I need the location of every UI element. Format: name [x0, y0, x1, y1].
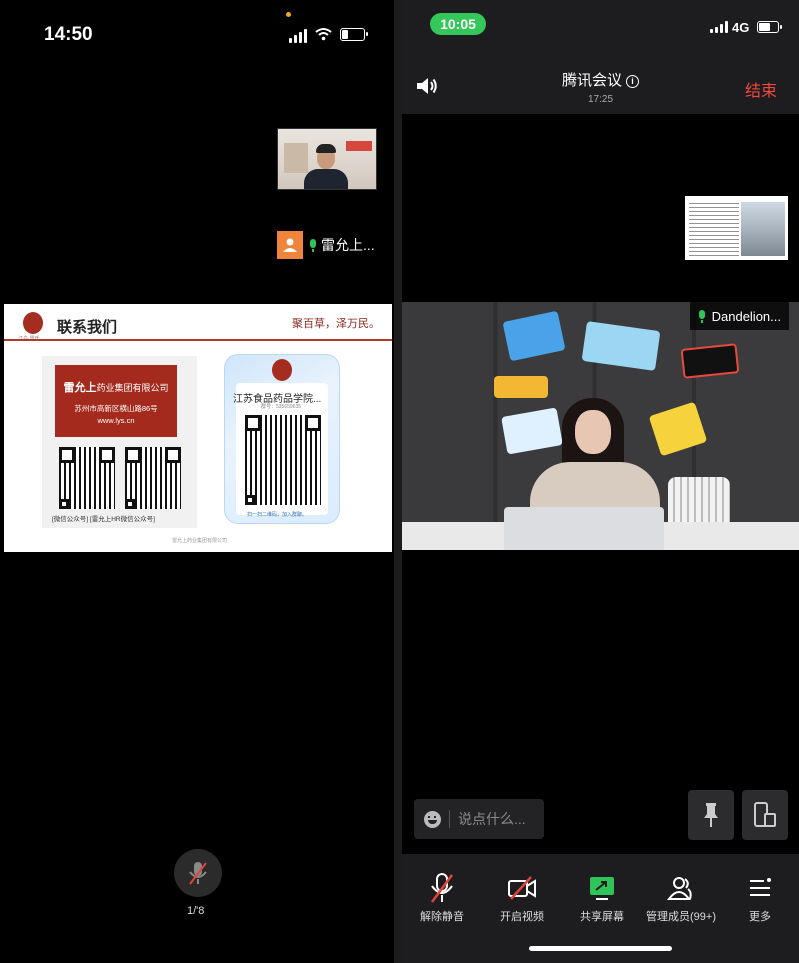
unmute-button[interactable]: 解除静音 [402, 870, 482, 924]
mute-toggle-button[interactable] [174, 849, 222, 897]
participant-name-tag: 雷允上... [277, 231, 377, 259]
qr-code-hr [125, 447, 181, 509]
mic-counter: 1/'8 [187, 905, 205, 917]
toolbar-label: 解除静音 [420, 911, 464, 923]
meeting-title-row[interactable]: 腾讯会议 i [402, 69, 799, 90]
qr-captions: [微信公众号] [雷允上HR微信公众号] [52, 516, 155, 523]
company-banner: 雷允上药业集团有限公司 苏州市高新区横山路86号 www.lys.cn [55, 365, 177, 437]
status-time: 10:05 [430, 13, 486, 35]
qr-code-wechat [59, 447, 115, 509]
qr-code-group [245, 415, 321, 505]
mic-on-icon [309, 238, 317, 252]
meeting-header: 腾讯会议 i 17:25 结束 [402, 50, 799, 114]
members-icon [667, 877, 692, 900]
laptop [504, 507, 664, 550]
speaker-video[interactable]: Dandelion... [402, 302, 799, 550]
avatar [277, 231, 303, 259]
mic-muted-icon [189, 862, 207, 885]
toolbar-label: 管理成员(99+) [646, 911, 716, 923]
camera-off-icon [508, 876, 536, 900]
end-meeting-button[interactable]: 结束 [745, 77, 777, 101]
slide-motto: 聚百草，泽万民。 [292, 317, 380, 330]
info-icon[interactable]: i [626, 75, 639, 88]
company-contact-card: 雷允上药业集团有限公司 苏州市高新区横山路86号 www.lys.cn [微信公… [42, 356, 197, 528]
start-video-button[interactable]: 开启视频 [482, 870, 562, 924]
wifi-icon [315, 28, 332, 41]
slide-title: 联系我们 [57, 318, 118, 336]
chat-placeholder: 说点什么... [458, 811, 526, 827]
home-indicator[interactable] [529, 946, 672, 951]
mic-muted-icon [430, 873, 454, 903]
participant-name: 雷允上... [321, 237, 375, 253]
toolbar-label: 共享屏幕 [580, 911, 624, 923]
toolbar-label: 更多 [749, 911, 771, 923]
speaker-name: Dandelion... [711, 308, 781, 324]
network-type: 4G [732, 20, 750, 35]
shared-content-thumbnail[interactable] [685, 196, 788, 260]
left-phone-screen: 14:50 雷允上... 江户·雷氏 联系我们 聚百草，泽万民。 雷允上药业集团… [0, 0, 394, 963]
more-menu-icon [750, 878, 771, 896]
battery-icon [757, 21, 782, 33]
group-logo [272, 359, 292, 381]
emoji-icon[interactable] [424, 810, 441, 828]
meeting-title: 腾讯会议 [561, 72, 622, 89]
company-address: 苏州市高新区横山路86号 [74, 404, 158, 413]
toolbar-label: 开启视频 [500, 911, 544, 923]
company-logo [23, 312, 43, 334]
chat-input[interactable]: 说点什么... [414, 799, 544, 839]
mic-on-icon [698, 309, 706, 323]
share-screen-button[interactable]: 共享屏幕 [562, 870, 642, 924]
share-screen-icon [590, 877, 614, 900]
pin-icon [704, 803, 718, 827]
group-qr-card: 江苏食品药品学院... 群号：535659635 扫一扫二维码，加入群聊。 [224, 354, 340, 524]
company-url: www.lys.cn [97, 416, 135, 425]
user-icon [283, 238, 297, 252]
privacy-indicator-dot [286, 12, 291, 17]
manage-members-button[interactable]: 管理成员(99+) [640, 870, 722, 924]
right-phone-screen: 10:05 4G 腾讯会议 i 17:25 结束 Dandelion... 说点… [402, 0, 799, 963]
device-switch-button[interactable] [742, 790, 788, 840]
more-button[interactable]: 更多 [720, 870, 799, 924]
status-time: 14:50 [44, 24, 93, 45]
signal-icon [710, 21, 728, 33]
decor-sticker [494, 376, 548, 398]
phone-screen-icon [754, 802, 776, 827]
slide-footer: 雷允上药业集团有限公司 [172, 538, 228, 544]
shared-slide: 江户·雷氏 联系我们 聚百草，泽万民。 雷允上药业集团有限公司 苏州市高新区横山… [4, 304, 392, 552]
company-name: 药业集团有限公司 [96, 384, 169, 394]
signal-icon [289, 29, 307, 43]
divider [4, 339, 392, 341]
group-caption: 扫一扫二维码，加入群聊。 [247, 512, 308, 518]
company-brand: 雷允上 [63, 381, 97, 394]
meeting-duration: 17:25 [587, 94, 614, 105]
decor-sticker [680, 343, 740, 379]
meeting-stage: Dandelion... 说点什么... [402, 114, 799, 854]
battery-icon [340, 28, 368, 41]
participant-video-thumbnail[interactable] [277, 128, 377, 190]
speaker-name-tag: Dandelion... [689, 302, 789, 330]
pin-button[interactable] [688, 790, 734, 840]
group-number: 群号：535659635 [261, 404, 302, 410]
